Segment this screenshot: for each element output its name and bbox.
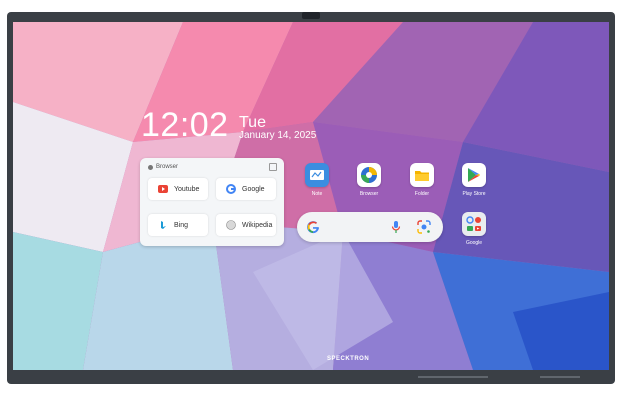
youtube-icon: [158, 184, 168, 194]
clock-date: January 14, 2025: [239, 130, 317, 141]
browser-widget: Browser Youtube Google Bing Wikipedia: [140, 158, 284, 246]
app-play-store[interactable]: Play Store: [452, 163, 496, 197]
browser-widget-icon: [148, 164, 153, 170]
shortcut-label: Wikipedia: [242, 221, 273, 229]
shortcut-label: Youtube: [174, 185, 200, 193]
app-note[interactable]: Note: [295, 163, 339, 197]
note-icon: [305, 163, 329, 187]
wikipedia-icon: [226, 220, 236, 230]
bottom-panel-strip: [418, 376, 488, 378]
shortcut-label: Google: [242, 185, 265, 193]
play-store-icon: [462, 163, 486, 187]
app-label: Play Store: [462, 191, 486, 197]
shortcut-wikipedia[interactable]: Wikipedia: [216, 214, 276, 236]
app-label: Note: [311, 191, 323, 197]
google-g-icon: [306, 220, 320, 239]
shortcut-google[interactable]: Google: [216, 178, 276, 200]
clock-time: 12:02: [141, 106, 229, 144]
bing-icon: [158, 220, 168, 230]
browser-widget-header: Browser: [148, 164, 178, 170]
google-search-bar[interactable]: [297, 212, 443, 242]
google-apps-folder-icon: [462, 212, 486, 236]
mic-icon[interactable]: [391, 220, 401, 239]
google-icon: [226, 184, 236, 194]
browser-widget-title: Browser: [156, 164, 179, 170]
brand-logo: SPECKTRON: [327, 356, 370, 362]
browser-icon: [357, 163, 381, 187]
shortcut-bing[interactable]: Bing: [148, 214, 208, 236]
widget-edit-icon[interactable]: [269, 163, 277, 171]
camera-icon: [302, 12, 320, 19]
app-label: Browser: [359, 191, 379, 197]
front-ports: [540, 376, 580, 378]
shortcut-label: Bing: [174, 221, 189, 229]
app-label: Folder: [414, 191, 430, 197]
home-screen: 12:02 Tue January 14, 2025 Browser Youtu…: [13, 22, 609, 370]
lens-icon[interactable]: [417, 220, 431, 239]
app-browser[interactable]: Browser: [347, 163, 391, 197]
shortcut-youtube[interactable]: Youtube: [148, 178, 208, 200]
app-google-folder[interactable]: Google: [452, 212, 496, 246]
app-folder[interactable]: Folder: [400, 163, 444, 197]
folder-icon: [410, 163, 434, 187]
app-label: Google: [465, 240, 483, 246]
